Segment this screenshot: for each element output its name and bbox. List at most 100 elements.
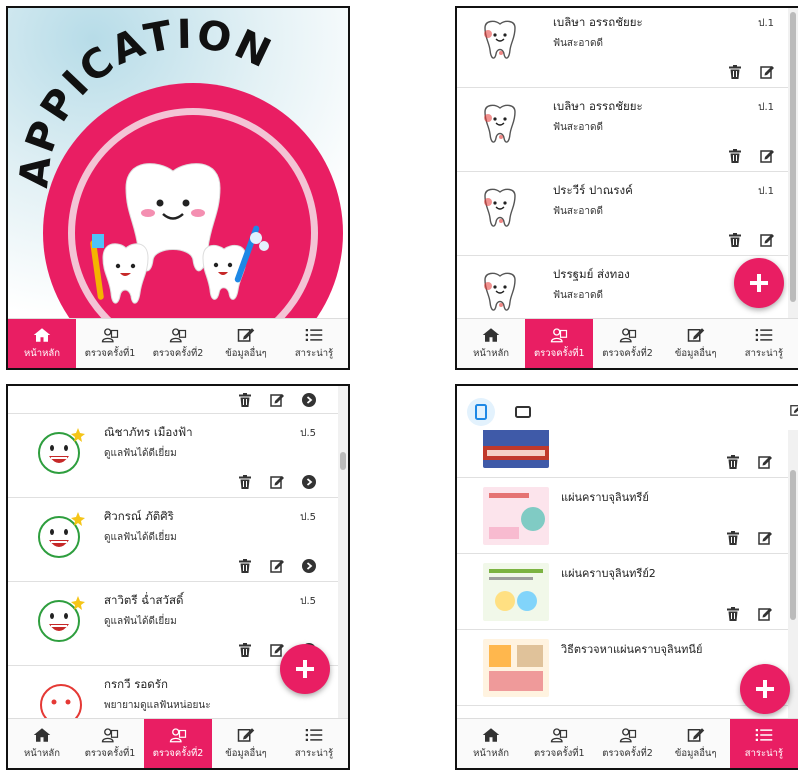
student-name: ณิชาภัทร เมืองฟ้า [104,425,193,439]
nav-knowledge[interactable]: สาระน่ารู้ [730,319,798,368]
delete-icon[interactable] [726,455,740,469]
student-status: ฟันสะอาดดี [553,38,603,49]
edit-icon[interactable] [760,65,774,79]
exam2-panel: ณิชาภัทร เมืองฟ้า ดูแลฟันได้ดีเยี่ยม ป.5… [6,384,350,770]
nav-exam2[interactable]: ตรวจครั้งที่2 [144,319,212,368]
nav-exam2[interactable]: ตรวจครั้งที่2 [593,719,661,768]
article-thumbnail [483,639,549,697]
delete-icon[interactable] [728,233,742,247]
nav-label: ข้อมูลอื่นๆ [225,747,267,759]
plus-icon [748,272,770,294]
add-button[interactable] [734,258,784,308]
list-item[interactable]: ประวีร์ ปาณรงค์ ฟันสะอาดดี ป.1 [457,172,788,256]
nav-exam1[interactable]: ตรวจครั้งที่1 [76,719,144,768]
chevron-right-icon[interactable] [302,393,316,407]
list-icon [755,727,773,743]
list-item[interactable]: วิธีตรวจหาแผ่นคราบจุลินทนีย์ [457,630,788,706]
list-item[interactable]: ณิชาภัทร เมืองฟ้า ดูแลฟันได้ดีเยี่ยม ป.5 [8,414,338,498]
nav-exam1[interactable]: ตรวจครั้งที่1 [76,319,144,368]
phone-icon [475,404,487,420]
list-icon [305,327,323,343]
nav-exam1[interactable]: ตรวจครั้งที่1 [525,319,594,368]
nav-label: สาระน่ารู้ [294,347,334,359]
list-item[interactable]: เบลิษา อรรถชัยยะ ฟันสะอาดดี ป.1 [457,8,788,88]
nav-other[interactable]: ข้อมูลอื่นๆ [212,719,280,768]
list-item[interactable]: ศิวกรณ์ ภัติศิริ ดูแลฟันได้ดีเยี่ยม ป.5 [8,498,338,582]
nav-label: ตรวจครั้งที่1 [534,747,585,759]
student-status: ดูแลฟันได้ดีเยี่ยม [104,616,177,627]
delete-icon[interactable] [726,607,740,621]
article-thumbnail [483,487,549,545]
nav-home[interactable]: หน้าหลัก [8,719,76,768]
student-name: กรกวี รอดรัก [104,677,168,691]
phone-view-toggle[interactable] [467,398,495,426]
list-icon [305,727,323,743]
student-grade: ป.1 [758,18,774,29]
student-grade: ป.5 [300,428,316,439]
nav-exam1[interactable]: ตรวจครั้งที่1 [525,719,593,768]
chevron-right-icon[interactable] [302,475,316,489]
chevron-right-icon[interactable] [302,559,316,573]
scroll-thumb[interactable] [340,452,346,470]
person-board-icon [169,727,187,743]
edit-icon[interactable] [760,149,774,163]
edit-icon[interactable] [758,455,772,469]
nav-label: สาระน่ารู้ [294,747,334,759]
nav-home[interactable]: หน้าหลัก [457,719,525,768]
nav-exam2[interactable]: ตรวจครั้งที่2 [144,719,212,768]
nav-label: ตรวจครั้งที่2 [152,747,204,759]
add-button[interactable] [280,644,330,694]
article-list[interactable]: แผ่นคราบจุลินทรีย์ แผ่นคราบจุลินทรีย์2 ว… [457,430,788,718]
edit-icon[interactable] [758,607,772,621]
tablet-view-toggle[interactable] [509,398,537,426]
list-item[interactable]: เบลิษา อรรถชัยยะ ฟันสะอาดดี ป.1 [457,88,788,172]
list-item[interactable]: แผ่นคราบจุลินทรีย์2 [457,554,788,630]
edit-icon[interactable] [270,475,284,489]
scrollbar[interactable] [338,386,348,718]
sad-face-icon [36,678,86,718]
nav-other[interactable]: ข้อมูลอื่นๆ [662,319,730,368]
edit-icon[interactable] [758,531,772,545]
home-icon [33,727,51,743]
delete-icon[interactable] [238,643,252,657]
edit-icon[interactable] [270,393,284,407]
article-title: แผ่นคราบจุลินทรีย์ [561,491,649,504]
student-status: ฟันสะอาดดี [553,122,603,133]
nav-home[interactable]: หน้าหลัก [8,319,76,368]
nav-other[interactable]: ข้อมูลอื่นๆ [212,319,280,368]
scroll-thumb[interactable] [790,12,796,302]
plus-icon [294,658,316,680]
delete-icon[interactable] [726,531,740,545]
student-name: ประวีร์ ปาณรงค์ [553,183,633,197]
nav-home[interactable]: หน้าหลัก [457,319,525,368]
edit-icon[interactable] [270,559,284,573]
student-name: เบลิษา อรรถชัยยะ [553,99,643,113]
list-item[interactable] [457,430,788,478]
nav-knowledge[interactable]: สาระน่ารู้ [280,719,348,768]
delete-icon[interactable] [238,393,252,407]
edit-icon[interactable] [790,404,798,416]
edit-icon[interactable] [760,233,774,247]
delete-icon[interactable] [728,149,742,163]
delete-icon[interactable] [238,559,252,573]
nav-exam2[interactable]: ตรวจครั้งที่2 [593,319,661,368]
add-button[interactable] [740,664,790,714]
delete-icon[interactable] [238,475,252,489]
bottom-nav: หน้าหลัก ตรวจครั้งที่1 ตรวจครั้งที่2 ข้อ… [8,318,348,368]
scroll-thumb[interactable] [790,470,796,620]
nav-knowledge[interactable]: สาระน่ารู้ [729,719,798,768]
tooth-avatar-icon [475,100,525,150]
nav-label: หน้าหลัก [473,747,510,759]
home-icon [33,327,51,343]
splash-area: APPICATION [8,8,348,318]
student-status: ดูแลฟันได้ดีเยี่ยม [104,532,177,543]
nav-other[interactable]: ข้อมูลอื่นๆ [662,719,730,768]
bottom-nav: หน้าหลัก ตรวจครั้งที่1 ตรวจครั้งที่2 ข้อ… [8,718,348,768]
delete-icon[interactable] [728,65,742,79]
list-item[interactable]: แผ่นคราบจุลินทรีย์ [457,478,788,554]
scrollbar[interactable] [788,8,798,318]
list-item-partial[interactable] [8,386,338,414]
edit-icon[interactable] [270,643,284,657]
nav-knowledge[interactable]: สาระน่ารู้ [280,319,348,368]
scrollbar[interactable] [788,430,798,718]
